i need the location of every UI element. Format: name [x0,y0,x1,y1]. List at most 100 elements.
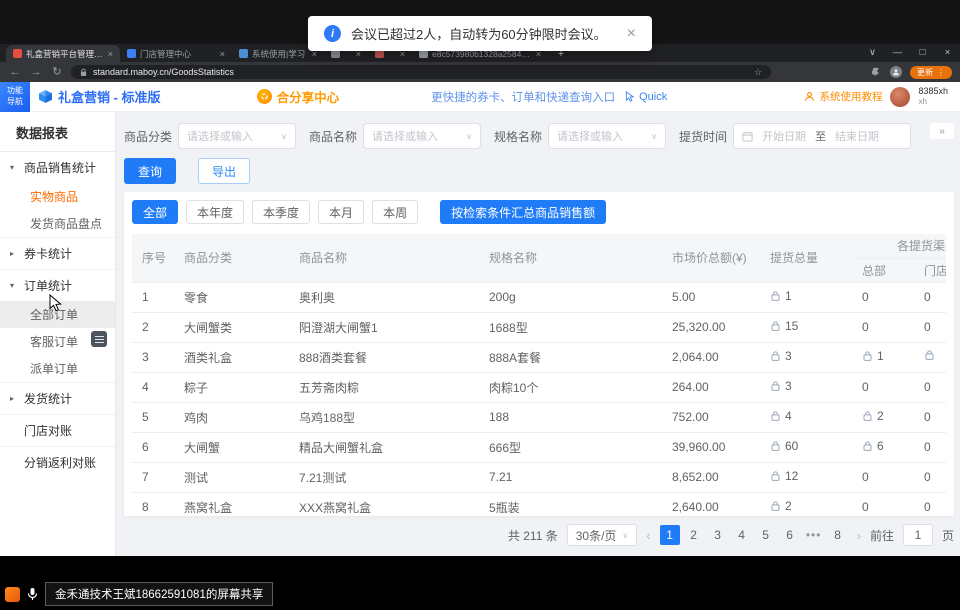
page-number[interactable]: 6 [780,525,800,545]
export-button[interactable]: 导出 [198,158,250,184]
column-header-amount: 市场价总额(¥) [662,234,760,282]
goto-page-input[interactable] [903,524,933,546]
prev-page-icon[interactable]: ‹ [646,528,650,543]
tutorial-link[interactable]: 系统使用教程 [804,89,882,104]
qty-wrap: 3 [770,349,792,363]
extensions-icon[interactable] [871,67,882,78]
table-row: 2大闸蟹类阳澄湖大闸蟹11688型25,320.001500 [132,312,946,342]
quick-link[interactable]: Quick [625,91,667,103]
share-center-link[interactable]: 合分享中心 [257,87,340,106]
cell-name: 阳澄湖大闸蟹1 [289,312,479,342]
sidebar-group[interactable]: ▸发货统计 [0,383,115,414]
table-row: 5鸡肉乌鸡188型188752.00420 [132,402,946,432]
cell-name: 7.21测试 [289,462,479,492]
tab-favicon-icon [127,49,136,58]
filter-select[interactable]: 请选择或输入∨ [548,123,666,149]
minimize-icon[interactable]: — [885,44,910,62]
refresh-icon[interactable]: ↻ [50,62,64,82]
select-placeholder: 请选择或输入 [372,128,438,144]
meeting-app-icon[interactable] [5,587,20,602]
cell-hq-count: 1 [852,342,914,372]
count-value: 1 [785,289,792,303]
quick-tab[interactable]: 本月 [318,200,364,224]
chevron-down-icon: ∨ [651,132,657,141]
panel-collapse-button[interactable]: » [930,123,954,139]
cell-pickup-total: 4 [760,402,852,432]
select-placeholder: 请选择或输入 [187,128,253,144]
count-value: 1 [877,349,884,363]
sidebar-group[interactable]: ▾商品销售统计 [0,152,115,183]
back-icon[interactable]: ← [8,62,22,82]
close-icon[interactable]: × [627,25,636,43]
page-number[interactable]: 8 [828,525,848,545]
quick-tab[interactable]: 本周 [372,200,418,224]
promo-link[interactable]: 更快捷的券卡、订单和快递查询入口 [431,89,615,105]
user-avatar[interactable] [890,87,910,107]
cell-category: 大闸蟹类 [174,312,289,342]
qty-wrap [924,350,939,361]
date-range-picker[interactable]: 开始日期 至 结束日期 [733,123,911,149]
chrome-update-button[interactable]: 更新 ⋮ [910,66,952,79]
maximize-icon[interactable]: □ [910,44,935,62]
search-button[interactable]: 查询 [124,158,176,184]
meeting-toast: i 会议已超过2人，自动转为60分钟限时会议。 × [308,16,652,51]
quick-tab[interactable]: 全部 [132,200,178,224]
column-header-pickup-total: 提货总量 [760,234,852,282]
quick-tab[interactable]: 本年度 [186,200,244,224]
cell-spec: 7.21 [479,462,662,492]
cell-serial: 3 [132,342,174,372]
table-row: 4粽子五芳斋肉粽肉粽10个264.00300 [132,372,946,402]
quick-tabs: 全部本年度本季度本月本周 按检索条件汇总商品销售额 [132,200,946,224]
user-name-sub: xh [918,97,948,107]
tab-close-icon[interactable]: × [220,49,225,59]
sidebar-group[interactable]: ▸券卡统计 [0,238,115,269]
qty-wrap: 0 [862,380,869,394]
bookmark-star-icon[interactable]: ☆ [754,67,762,78]
count-value: 0 [862,290,869,304]
cell-name: 精品大闸蟹礼盒 [289,432,479,462]
filter-item: 商品名称请选择或输入∨ [309,123,481,149]
end-date-placeholder: 结束日期 [835,128,879,144]
qty-wrap: 12 [770,469,798,483]
sidebar-group[interactable]: 门店对账 [0,415,115,446]
function-nav-button[interactable]: 功能导航 [0,82,30,112]
sidebar-item[interactable]: 实物商品 [0,183,115,210]
cell-category: 酒类礼盒 [174,342,289,372]
tab-favicon-icon [13,49,22,58]
sidebar-collapse-handle[interactable] [91,331,107,347]
microphone-icon[interactable] [26,587,39,601]
table-row: 3酒类礼盒888酒类套餐888A套餐2,064.0031 [132,342,946,372]
sidebar-group[interactable]: 分销返利对账 [0,447,115,478]
browser-tab[interactable]: 门店管理中心× [120,45,232,62]
page-size-select[interactable]: 30条/页 ∨ [567,524,638,546]
tab-close-icon[interactable]: × [108,49,113,59]
next-page-icon[interactable]: › [857,528,861,543]
workspace: 数据报表 ▾商品销售统计实物商品发货商品盘点▸券卡统计▾订单统计全部订单客服订单… [0,112,960,556]
filter-select[interactable]: 请选择或输入∨ [178,123,296,149]
sidebar-item[interactable]: 发货商品盘点 [0,210,115,237]
main-content: 商品分类请选择或输入∨商品名称请选择或输入∨规格名称请选择或输入∨ 提货时间 开… [116,112,960,556]
cell-hq-count: 0 [852,462,914,492]
cell-name: XXX燕窝礼盒 [289,492,479,516]
window-close-icon[interactable]: × [935,44,960,62]
browser-profile-avatar[interactable] [890,66,902,78]
address-bar[interactable]: standard.maboy.cn/GoodsStatistics ☆ [71,65,771,79]
chevron-icon: ▾ [10,281,18,290]
page-number[interactable]: 5 [756,525,776,545]
filter-select[interactable]: 请选择或输入∨ [363,123,481,149]
page-unit-label: 页 [942,527,954,544]
chevron-down-icon[interactable]: ∨ [860,44,885,62]
page-number[interactable]: 1 [660,525,680,545]
page-number[interactable]: 4 [732,525,752,545]
sidebar-item[interactable]: 派单订单 [0,355,115,382]
summary-button[interactable]: 按检索条件汇总商品销售额 [440,200,606,224]
cell-spec: 188 [479,402,662,432]
forward-icon[interactable]: → [29,62,43,82]
browser-tab[interactable]: 礼盒营销平台管理中心× [6,45,120,62]
page-number[interactable]: 2 [684,525,704,545]
count-value: 0 [924,470,931,484]
qty-wrap: 2 [862,409,884,423]
quick-tab[interactable]: 本季度 [252,200,310,224]
count-value: 3 [785,379,792,393]
page-number[interactable]: 3 [708,525,728,545]
